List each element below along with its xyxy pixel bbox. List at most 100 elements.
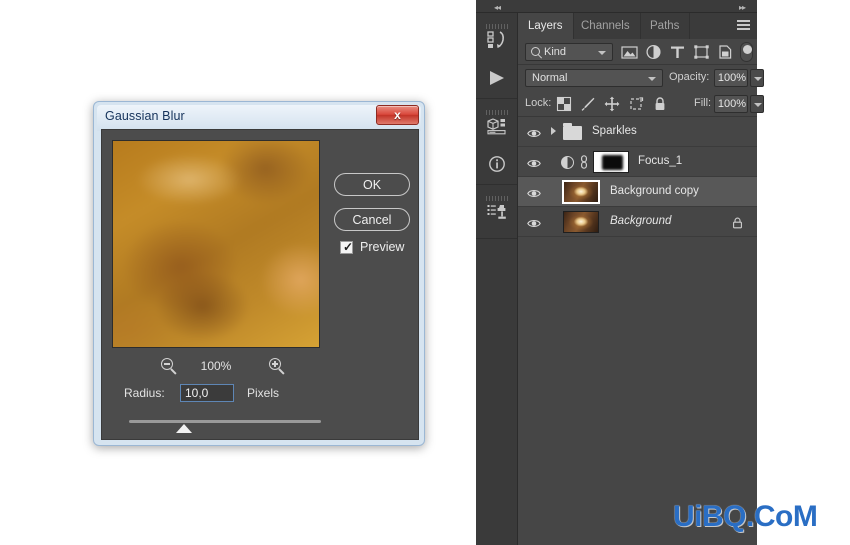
ok-button[interactable]: OK [334, 173, 410, 196]
blend-mode-select[interactable]: Normal [525, 69, 663, 87]
preview-checkbox[interactable]: ✓ [340, 240, 354, 254]
layer-name: Focus_1 [638, 155, 683, 167]
table-row[interactable]: Sparkles [518, 117, 757, 147]
panel-icon-rail [476, 13, 518, 545]
blend-mode-value: Normal [532, 72, 568, 84]
hamburger-menu-icon[interactable] [737, 20, 750, 31]
radius-slider-thumb[interactable] [176, 424, 192, 433]
preview-zoom-controls: 100% [112, 357, 320, 379]
layers-panel: Layers Channels Paths Kind Normal Opacit… [518, 13, 764, 545]
chevron-down-icon [754, 103, 762, 107]
filter-image-icon[interactable] [621, 44, 638, 60]
filter-type-icon[interactable] [669, 44, 686, 60]
layer-name: Background copy [610, 185, 699, 197]
folder-icon [563, 123, 582, 140]
lock-image-pixels-icon[interactable] [580, 96, 596, 112]
filter-adjustment-icon[interactable] [645, 44, 662, 60]
radius-label: Radius: [124, 386, 165, 400]
blurred-golden-image [113, 141, 319, 347]
table-row[interactable]: Focus_1 [518, 147, 757, 177]
table-row[interactable]: Background copy [518, 177, 757, 207]
collapse-right-icon[interactable]: ▸▸ [739, 3, 746, 12]
lock-row: Lock: Fill: 100% [518, 91, 764, 117]
checkmark-icon: ✓ [343, 240, 354, 254]
blend-mode-row: Normal Opacity: 100% [518, 65, 764, 91]
layer-thumbnail-image [564, 212, 598, 232]
eye-icon[interactable] [527, 216, 541, 227]
lock-all-icon[interactable] [652, 96, 668, 112]
filter-smart-object-icon[interactable] [717, 44, 734, 60]
adjustment-layer-icon [561, 156, 574, 169]
dialog-titlebar: Gaussian Blur x [97, 105, 421, 131]
properties-3d-icon[interactable] [476, 107, 518, 145]
opacity-field[interactable]: 100% [714, 69, 748, 87]
panel-top-strip: ◂◂ ▸▸ [476, 0, 757, 13]
info-icon[interactable] [476, 145, 518, 183]
fill-field[interactable]: 100% [714, 95, 748, 113]
dialog-title: Gaussian Blur [105, 109, 185, 123]
fill-label: Fill: [694, 97, 712, 109]
plus-bar-v [274, 360, 276, 368]
chevron-down-icon [598, 51, 606, 55]
chevron-down-icon [648, 77, 656, 81]
search-icon [531, 47, 540, 56]
layer-mask-thumbnail[interactable] [593, 151, 629, 173]
lock-transparent-pixels-icon[interactable] [556, 96, 572, 112]
magnifier-plus-icon[interactable] [269, 358, 287, 376]
chevron-down-icon [754, 77, 762, 81]
mask-black-region [602, 155, 623, 170]
play-actions-icon[interactable] [476, 59, 518, 97]
eye-icon[interactable] [527, 126, 541, 137]
close-icon: x [394, 108, 401, 122]
zoom-level-label: 100% [200, 359, 232, 373]
tab-channels[interactable]: Channels [571, 13, 641, 39]
layer-thumbnail[interactable] [562, 180, 600, 204]
lock-label: Lock: [525, 97, 552, 109]
preview-checkbox-row[interactable]: ✓ Preview [340, 240, 430, 258]
opacity-label: Opacity: [669, 71, 710, 83]
link-mask-icon[interactable] [580, 155, 588, 169]
tab-layers[interactable]: Layers [518, 13, 574, 39]
radius-units-label: Pixels [247, 386, 280, 400]
radius-slider-track[interactable] [129, 420, 321, 423]
rail-group-2 [476, 107, 517, 185]
opacity-scrubber-button[interactable] [750, 69, 764, 87]
preview-checkbox-label: Preview [360, 240, 405, 254]
collapse-left-icon[interactable]: ◂◂ [494, 3, 501, 12]
layer-filter-row: Kind [518, 39, 757, 65]
filter-shape-icon[interactable] [693, 44, 710, 60]
close-button[interactable]: x [376, 105, 419, 125]
history-icon[interactable] [476, 21, 518, 59]
layer-thumbnail[interactable] [563, 211, 599, 233]
filter-kind-select[interactable]: Kind [525, 43, 613, 61]
chevron-right-icon[interactable] [551, 127, 556, 135]
fill-value: 100% [717, 98, 747, 110]
layer-name: Sparkles [592, 125, 637, 137]
radius-input[interactable] [180, 384, 234, 402]
lock-artboard-nesting-icon[interactable] [628, 96, 644, 112]
blur-preview[interactable] [112, 140, 320, 348]
lock-all-icon [732, 216, 743, 229]
screenshot-root: Gaussian Blur x 100% Radius: 10,0 Pixels… [0, 0, 850, 545]
rail-group-3 [476, 193, 517, 239]
clone-source-icon[interactable] [476, 193, 518, 231]
magnifier-handle [278, 368, 285, 375]
watermark: UiBQ.CoM [673, 500, 818, 533]
gaussian-blur-dialog: Gaussian Blur x 100% Radius: 10,0 Pixels… [93, 101, 425, 446]
filter-enable-toggle[interactable] [740, 42, 753, 62]
toggle-knob [742, 44, 752, 54]
rail-group-1 [476, 21, 517, 99]
table-row[interactable]: Background [518, 207, 757, 237]
dialog-body: 100% Radius: Pixels OK Cancel [101, 129, 419, 440]
opacity-value: 100% [717, 72, 747, 84]
layer-list: Sparkles Focus_1 Background copy Backgro… [518, 117, 757, 251]
fill-scrubber-button[interactable] [750, 95, 764, 113]
cancel-button[interactable]: Cancel [334, 208, 410, 231]
eye-icon[interactable] [527, 186, 541, 197]
panel-tab-bar: Layers Channels Paths [518, 13, 757, 39]
eye-icon[interactable] [527, 156, 541, 167]
tab-paths[interactable]: Paths [640, 13, 691, 39]
filter-kind-label: Kind [544, 46, 567, 58]
layer-name: Background [610, 215, 672, 227]
lock-position-icon[interactable] [604, 96, 620, 112]
